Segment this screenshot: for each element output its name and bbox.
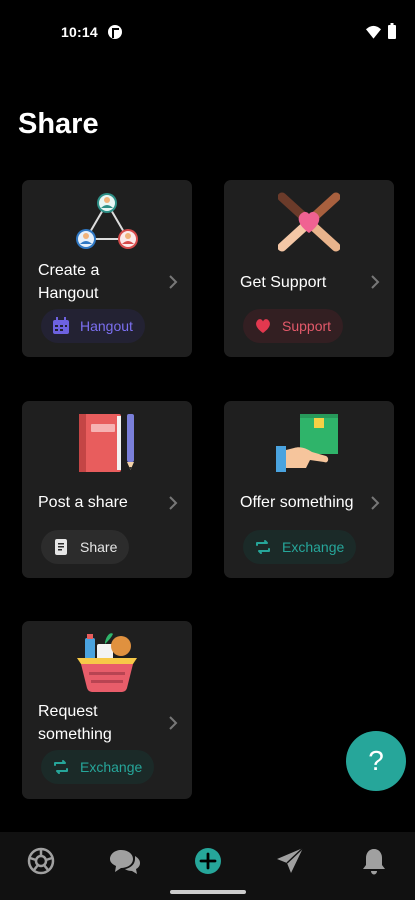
nav-explore[interactable]	[24, 844, 58, 878]
create-hangout-card[interactable]: Create a Hangout Hangout	[22, 180, 192, 357]
chevron-right-icon	[169, 716, 178, 730]
explore-icon	[27, 847, 55, 875]
heart-icon	[256, 319, 270, 333]
exchange-badge: Exchange	[243, 530, 357, 564]
badge-label: Support	[282, 318, 332, 334]
hangout-badge: Hangout	[41, 309, 145, 343]
chevron-right-icon	[169, 275, 178, 289]
nav-chat[interactable]	[108, 844, 142, 878]
app-notification-icon	[108, 25, 122, 39]
card-title: Get Support	[240, 274, 327, 291]
page-title: Share	[18, 108, 99, 140]
chevron-right-icon	[169, 496, 178, 510]
card-title: Offer something	[240, 494, 354, 511]
card-title: Post a share	[38, 494, 128, 511]
badge-label: Exchange	[80, 759, 143, 775]
offer-something-card[interactable]: Offer something Exchange	[224, 401, 394, 578]
notebook-pen-icon	[79, 414, 134, 472]
chevron-right-icon	[371, 496, 380, 510]
grocery-basket-icon	[77, 633, 137, 692]
hand-giving-box-icon	[276, 414, 338, 472]
send-icon	[277, 847, 304, 873]
card-title: Create a Hangout	[38, 262, 100, 302]
help-button[interactable]: ?	[346, 731, 406, 791]
help-button-label: ?	[368, 745, 384, 776]
calendar-icon	[53, 317, 69, 334]
exchange-arrows-icon	[256, 540, 270, 554]
nav-notifications[interactable]	[357, 844, 391, 878]
share-badge: Share	[41, 530, 130, 564]
group-network-icon	[76, 193, 138, 249]
wifi-icon	[366, 25, 381, 39]
get-support-card[interactable]: Get Support Support	[224, 180, 394, 357]
bell-icon	[363, 849, 385, 875]
home-indicator	[170, 890, 246, 894]
add-circle-icon	[195, 848, 221, 874]
chevron-right-icon	[371, 275, 380, 289]
badge-label: Exchange	[282, 539, 345, 555]
support-badge: Support	[243, 309, 344, 343]
battery-icon	[388, 23, 396, 39]
status-time: 10:14	[61, 24, 98, 40]
helping-hands-heart-icon	[278, 192, 340, 252]
status-bar: 10:14	[0, 0, 415, 60]
exchange-badge: Exchange	[41, 750, 155, 784]
document-icon	[55, 539, 67, 555]
request-something-card[interactable]: Request something Exchange	[22, 621, 192, 799]
chat-icon	[110, 850, 140, 874]
exchange-arrows-icon	[54, 760, 68, 774]
post-share-card[interactable]: Post a share Share	[22, 401, 192, 578]
badge-label: Hangout	[80, 318, 133, 334]
nav-messages[interactable]	[273, 844, 307, 878]
card-title: Request something	[38, 703, 112, 743]
nav-share[interactable]	[191, 844, 225, 878]
badge-label: Share	[80, 539, 118, 555]
